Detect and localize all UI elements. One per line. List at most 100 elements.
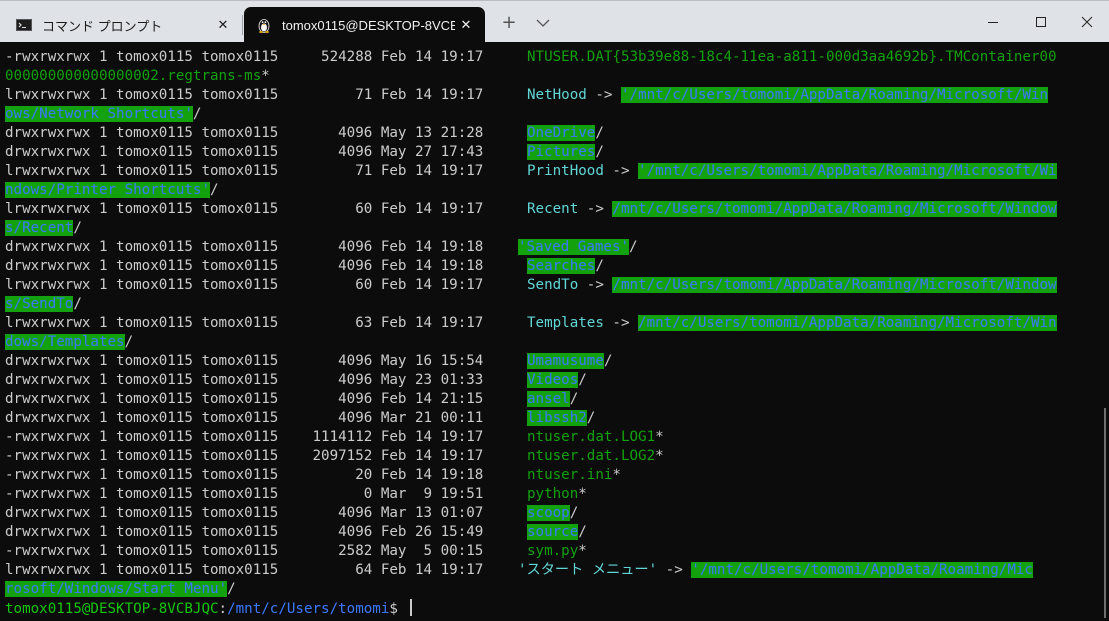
file-entry: Recent -> /mnt/c/Users/tomomi/AppData/Ro… xyxy=(527,200,1057,219)
file-suffix: / xyxy=(595,258,604,274)
wrapped-name: s/SendTo/ xyxy=(5,295,82,314)
file-name: Umamusume xyxy=(527,353,604,369)
file-name: source xyxy=(527,524,579,540)
file-entry: ntuser.dat.LOG1* xyxy=(527,428,664,447)
file-suffix: / xyxy=(73,220,82,236)
file-name: s/SendTo xyxy=(5,296,74,312)
file-name: ntuser.dat.LOG1 xyxy=(527,429,656,445)
file-entry: ntuser.ini* xyxy=(527,466,621,485)
file-meta: lrwxrwxrwx 1 tomox0115 tomox0115 60 Feb … xyxy=(5,201,484,217)
file-entry: Pictures/ xyxy=(527,143,604,162)
tab-divider xyxy=(242,15,243,35)
prompt-line[interactable]: tomox0115@DESKTOP-8VCBJQC:/mnt/c/Users/t… xyxy=(5,599,413,618)
file-suffix: / xyxy=(569,505,579,521)
scrollbar[interactable] xyxy=(1104,408,1106,618)
file-name: ansel xyxy=(527,391,570,407)
new-tab-button[interactable]: + xyxy=(498,11,520,35)
link-target: /mnt/c/Users/tomomi/AppData/Roaming/Micr… xyxy=(638,315,1057,331)
file-name: dows/Templates xyxy=(5,334,125,350)
terminal-output[interactable]: -rwxrwxrwx 1 tomox0115 tomox0115 524288 … xyxy=(0,42,1109,621)
file-name: OneDrive xyxy=(527,125,596,141)
file-name: ntuser.dat.LOG2 xyxy=(527,448,656,464)
file-entry: PrintHood -> '/mnt/c/Users/tomomi/AppDat… xyxy=(527,162,1057,181)
file-meta: -rwxrwxrwx 1 tomox0115 tomox0115 0 Mar 9… xyxy=(5,486,484,502)
file-entry: NTUSER.DAT{53b39e88-18c4-11ea-a811-000d3… xyxy=(527,48,1057,67)
file-suffix: * xyxy=(578,543,587,559)
link-target: '/mnt/c/Users/tomomi/AppData/Roaming/Mic… xyxy=(638,163,1057,179)
file-suffix: / xyxy=(227,581,236,597)
file-meta: -rwxrwxrwx 1 tomox0115 tomox0115 1114112… xyxy=(5,429,484,445)
prompt-colon: : xyxy=(218,601,228,617)
tab-wsl[interactable]: tomox0115@DESKTOP-8VCBJQ ✕ xyxy=(244,7,485,43)
file-name: 'Saved Games' xyxy=(518,239,630,255)
file-entry: python* xyxy=(527,485,587,504)
file-entry: sym.py* xyxy=(527,542,587,561)
link-arrow: -> xyxy=(578,201,613,217)
file-meta: drwxrwxrwx 1 tomox0115 tomox0115 4096 Ma… xyxy=(5,372,484,388)
file-entry: scoop/ xyxy=(527,504,578,523)
file-meta: -rwxrwxrwx 1 tomox0115 tomox0115 20 Feb … xyxy=(5,467,484,483)
file-entry: Searches/ xyxy=(527,257,604,276)
wrapped-name: 000000000000000002.regtrans-ms* xyxy=(5,67,270,86)
file-entry: SendTo -> /mnt/c/Users/tomomi/AppData/Ro… xyxy=(527,276,1057,295)
file-entry: ansel/ xyxy=(527,390,578,409)
file-name: Searches xyxy=(527,258,596,274)
link-arrow: -> xyxy=(586,87,621,103)
file-meta: drwxrwxrwx 1 tomox0115 tomox0115 4096 Fe… xyxy=(5,239,484,255)
file-name: SendTo xyxy=(527,277,579,293)
file-name: rosoft/Windows/Start Menu' xyxy=(5,581,228,597)
file-meta: lrwxrwxrwx 1 tomox0115 tomox0115 64 Feb … xyxy=(5,562,484,578)
file-suffix: / xyxy=(578,524,587,540)
file-entry: Videos/ xyxy=(527,371,587,390)
file-suffix: / xyxy=(210,182,219,198)
file-name: ows/Network Shortcuts' xyxy=(5,106,193,122)
chevron-down-icon[interactable] xyxy=(532,11,554,35)
file-suffix: * xyxy=(612,467,621,483)
link-arrow: -> xyxy=(657,562,692,578)
tab-title: コマンド プロンプト xyxy=(42,18,163,34)
file-name: Templates xyxy=(527,315,604,331)
file-meta: -rwxrwxrwx 1 tomox0115 tomox0115 524288 … xyxy=(5,49,484,65)
file-meta: lrwxrwxrwx 1 tomox0115 tomox0115 71 Feb … xyxy=(5,163,484,179)
file-meta: drwxrwxrwx 1 tomox0115 tomox0115 4096 Ma… xyxy=(5,353,484,369)
file-meta: drwxrwxrwx 1 tomox0115 tomox0115 4096 Ma… xyxy=(5,125,484,141)
minimize-icon[interactable] xyxy=(970,1,1016,43)
close-tab-icon[interactable]: ✕ xyxy=(212,17,234,33)
file-suffix: * xyxy=(655,448,664,464)
file-name: s/Recent xyxy=(5,220,74,236)
file-meta: drwxrwxrwx 1 tomox0115 tomox0115 4096 Fe… xyxy=(5,391,484,407)
close-icon[interactable] xyxy=(1064,1,1109,43)
file-entry: ntuser.dat.LOG2* xyxy=(527,447,664,466)
wrapped-name: dows/Templates/ xyxy=(5,333,133,352)
file-suffix: * xyxy=(578,486,587,502)
title-bar: コマンド プロンプト ✕ tomox0115@DESKTOP-8VCBJQ ✕ … xyxy=(0,0,1109,43)
file-suffix: / xyxy=(124,334,134,350)
link-target: '/mnt/c/Users/tomomi/AppData/Roaming/Mic xyxy=(691,562,1033,578)
wrapped-name: ndows/Printer Shortcuts'/ xyxy=(5,181,219,200)
file-name: libssh2 xyxy=(527,410,587,426)
close-tab-icon[interactable]: ✕ xyxy=(455,17,477,33)
file-name: Videos xyxy=(527,372,579,388)
wrapped-name: s/Recent/ xyxy=(5,219,82,238)
file-meta: -rwxrwxrwx 1 tomox0115 tomox0115 2582 Ma… xyxy=(5,543,484,559)
file-name: 'スタート メニュー' xyxy=(518,562,658,578)
link-target: '/mnt/c/Users/tomomi/AppData/Roaming/Mic… xyxy=(620,87,1049,103)
file-name: Recent xyxy=(527,201,579,217)
file-suffix: / xyxy=(569,391,579,407)
file-name: PrintHood xyxy=(527,163,604,179)
file-name: 000000000000000002.regtrans-ms xyxy=(5,68,262,84)
file-name: NTUSER.DAT{53b39e88-18c4-11ea-a811-000d3… xyxy=(527,49,1057,65)
file-name: scoop xyxy=(527,505,570,521)
tab-command-prompt[interactable]: コマンド プロンプト ✕ xyxy=(6,7,242,43)
file-entry: 'スタート メニュー' -> '/mnt/c/Users/tomomi/AppD… xyxy=(518,561,1033,580)
file-suffix: * xyxy=(261,68,270,84)
link-target: /mnt/c/Users/tomomi/AppData/Roaming/Micr… xyxy=(612,277,1057,293)
file-meta: lrwxrwxrwx 1 tomox0115 tomox0115 71 Feb … xyxy=(5,87,484,103)
prompt-symbol: $ xyxy=(389,601,407,617)
file-suffix: / xyxy=(629,239,638,255)
file-entry: 'Saved Games'/ xyxy=(518,238,638,257)
file-entry: Umamusume/ xyxy=(527,352,612,371)
file-meta: -rwxrwxrwx 1 tomox0115 tomox0115 2097152… xyxy=(5,448,484,464)
file-entry: NetHood -> '/mnt/c/Users/tomomi/AppData/… xyxy=(527,86,1049,105)
maximize-icon[interactable] xyxy=(1018,1,1064,43)
